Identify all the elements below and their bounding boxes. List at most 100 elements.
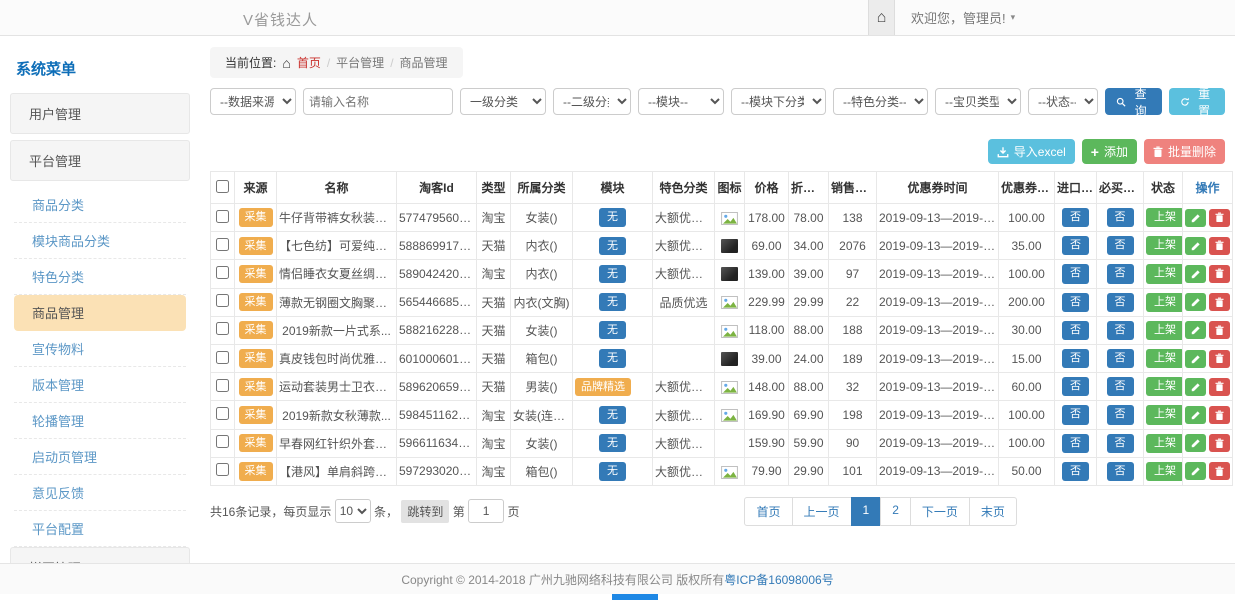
page-button[interactable]: 上一页 [792, 497, 852, 526]
sidebar-group[interactable]: 平台管理 [10, 140, 190, 181]
filter-select[interactable]: --模块-- [638, 88, 724, 115]
edit-button[interactable] [1185, 378, 1206, 396]
status-button[interactable]: 上架 [1146, 321, 1183, 340]
delete-button[interactable] [1209, 293, 1230, 311]
delete-button[interactable] [1209, 406, 1230, 424]
delete-button[interactable] [1209, 462, 1230, 480]
import-select-button[interactable]: 否 [1062, 264, 1089, 283]
must-buy-button[interactable]: 否 [1107, 208, 1134, 227]
import-select-button[interactable]: 否 [1062, 321, 1089, 340]
delete-button[interactable] [1209, 434, 1230, 452]
icp-link[interactable]: 粤ICP备16098006号 [724, 571, 833, 588]
import-select-button[interactable]: 否 [1062, 405, 1089, 424]
page-button[interactable]: 2 [880, 497, 911, 526]
must-buy-button[interactable]: 否 [1107, 264, 1134, 283]
must-buy-button[interactable]: 否 [1107, 349, 1134, 368]
sidebar-item[interactable]: 模块商品分类 [14, 223, 186, 259]
filter-select[interactable]: --数据来源-- [210, 88, 296, 115]
must-buy-button[interactable]: 否 [1107, 236, 1134, 255]
import-select-button[interactable]: 否 [1062, 236, 1089, 255]
row-checkbox[interactable] [216, 463, 229, 476]
status-button[interactable]: 上架 [1146, 349, 1183, 368]
search-button[interactable]: 查询 [1105, 88, 1162, 115]
delete-button[interactable] [1209, 237, 1230, 255]
status-button[interactable]: 上架 [1146, 293, 1183, 312]
breadcrumb-home-link[interactable]: 首页 [297, 54, 321, 71]
edit-button[interactable] [1185, 434, 1206, 452]
must-buy-button[interactable]: 否 [1107, 377, 1134, 396]
filter-select[interactable]: --二级分类-- [553, 88, 631, 115]
must-buy-button[interactable]: 否 [1107, 321, 1134, 340]
edit-button[interactable] [1185, 209, 1206, 227]
reset-button[interactable]: 重置 [1169, 88, 1226, 115]
filter-select[interactable]: 一级分类 [460, 88, 546, 115]
edit-button[interactable] [1185, 350, 1206, 368]
delete-button[interactable] [1209, 321, 1230, 339]
row-checkbox[interactable] [216, 379, 229, 392]
sidebar-item[interactable]: 版本管理 [14, 367, 186, 403]
page-button[interactable]: 首页 [744, 497, 792, 526]
import-excel-button[interactable]: 导入excel [988, 139, 1075, 164]
filter-select[interactable]: --模块下分类-- [731, 88, 826, 115]
delete-button[interactable] [1209, 350, 1230, 368]
row-checkbox[interactable] [216, 351, 229, 364]
page-jump-input[interactable] [468, 499, 504, 523]
edit-button[interactable] [1185, 293, 1206, 311]
row-checkbox[interactable] [216, 266, 229, 279]
sidebar-item[interactable]: 启动页管理 [14, 439, 186, 475]
select-all-checkbox[interactable] [216, 180, 229, 193]
must-buy-button[interactable]: 否 [1107, 462, 1134, 481]
delete-button[interactable] [1209, 378, 1230, 396]
edit-button[interactable] [1185, 462, 1206, 480]
import-select-button[interactable]: 否 [1062, 208, 1089, 227]
row-checkbox[interactable] [216, 210, 229, 223]
row-checkbox[interactable] [216, 322, 229, 335]
row-checkbox[interactable] [216, 435, 229, 448]
delete-button[interactable] [1209, 265, 1230, 283]
sidebar-group[interactable]: 用户管理 [10, 93, 190, 134]
import-select-button[interactable]: 否 [1062, 349, 1089, 368]
import-select-button[interactable]: 否 [1062, 293, 1089, 312]
import-select-button[interactable]: 否 [1062, 462, 1089, 481]
user-menu[interactable]: 欢迎您，管理员! ▾ [911, 8, 1015, 27]
page-size-select[interactable]: 10 [335, 499, 371, 523]
sidebar-item[interactable]: 商品分类 [14, 187, 186, 223]
must-buy-button[interactable]: 否 [1107, 293, 1134, 312]
status-button[interactable]: 上架 [1146, 462, 1183, 481]
status-button[interactable]: 上架 [1146, 434, 1183, 453]
sidebar-item[interactable]: 轮播管理 [14, 403, 186, 439]
filter-select[interactable]: --宝贝类型-- [935, 88, 1021, 115]
sidebar-item[interactable]: 宣传物料 [14, 331, 186, 367]
filter-select[interactable]: --特色分类-- [833, 88, 928, 115]
edit-button[interactable] [1185, 265, 1206, 283]
delete-button[interactable] [1209, 209, 1230, 227]
status-button[interactable]: 上架 [1146, 405, 1183, 424]
filter-select[interactable]: --状态-- [1028, 88, 1098, 115]
sidebar-item[interactable]: 商品管理 [14, 295, 186, 331]
must-buy-button[interactable]: 否 [1107, 405, 1134, 424]
status-button[interactable]: 上架 [1146, 264, 1183, 283]
page-button[interactable]: 下一页 [910, 497, 970, 526]
add-button[interactable]: + 添加 [1082, 139, 1137, 164]
source-badge: 采集 [239, 293, 273, 311]
sidebar-item[interactable]: 意见反馈 [14, 475, 186, 511]
status-button[interactable]: 上架 [1146, 208, 1183, 227]
row-checkbox[interactable] [216, 294, 229, 307]
row-checkbox[interactable] [216, 238, 229, 251]
sidebar-item[interactable]: 特色分类 [14, 259, 186, 295]
import-select-button[interactable]: 否 [1062, 434, 1089, 453]
edit-button[interactable] [1185, 237, 1206, 255]
edit-button[interactable] [1185, 321, 1206, 339]
status-button[interactable]: 上架 [1146, 377, 1183, 396]
must-buy-button[interactable]: 否 [1107, 434, 1134, 453]
filter-name-input[interactable] [303, 88, 453, 115]
page-button[interactable]: 末页 [969, 497, 1017, 526]
row-checkbox[interactable] [216, 407, 229, 420]
edit-button[interactable] [1185, 406, 1206, 424]
batch-delete-button[interactable]: 批量删除 [1144, 139, 1225, 164]
import-select-button[interactable]: 否 [1062, 377, 1089, 396]
sidebar-item[interactable]: 平台配置 [14, 511, 186, 547]
home-button[interactable]: ⌂ [868, 0, 895, 35]
status-button[interactable]: 上架 [1146, 236, 1183, 255]
page-button[interactable]: 1 [851, 497, 882, 526]
